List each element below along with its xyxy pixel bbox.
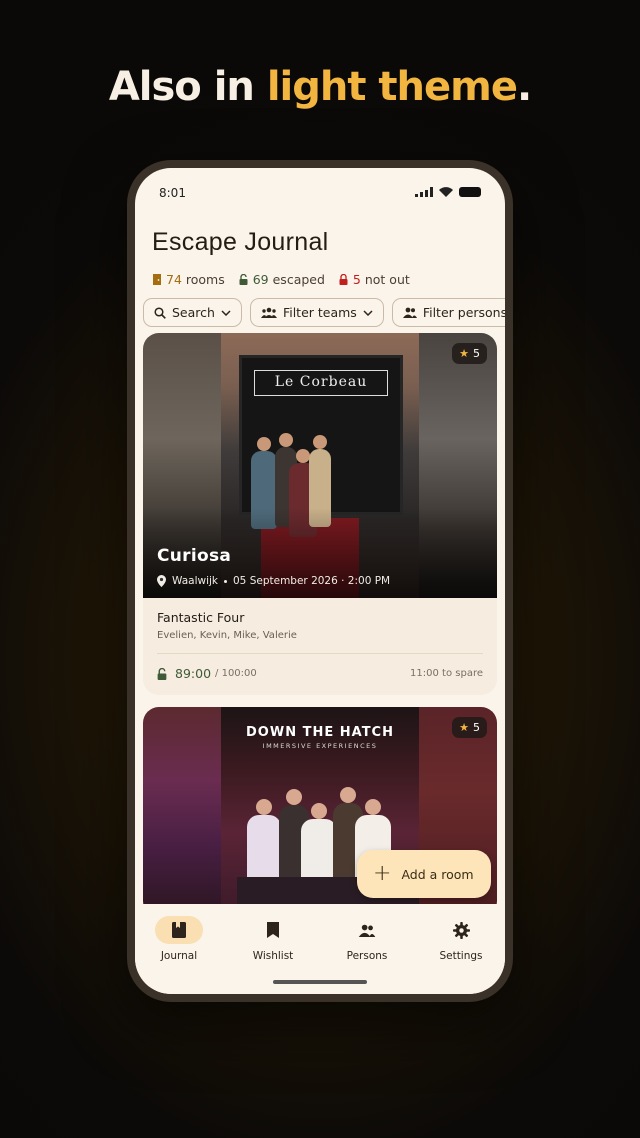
storefront-sign: Le Corbeau bbox=[254, 370, 388, 396]
nav-settings[interactable]: Settings bbox=[421, 916, 501, 962]
filter-persons-label: Filter persons bbox=[422, 305, 505, 320]
unlocked-icon bbox=[239, 274, 248, 285]
bottom-navigation: Journal Wishlist Persons Settings bbox=[135, 904, 505, 994]
not-out-label: not out bbox=[360, 272, 410, 287]
room-meta: Waalwijk 05 September 2026 · 2:00 PM bbox=[157, 575, 390, 587]
app-screen: 8:01 Escape Journal 74 rooms 69 escaped … bbox=[135, 168, 505, 994]
star-icon: ★ bbox=[459, 721, 469, 734]
locked-icon bbox=[339, 274, 348, 285]
escaped-label: escaped bbox=[268, 272, 325, 287]
photo-subtitle: IMMERSIVE EXPERIENCES bbox=[262, 742, 378, 750]
book-icon bbox=[172, 922, 186, 938]
phone-frame: 8:01 Escape Journal 74 rooms 69 escaped … bbox=[127, 160, 513, 1002]
bookmark-icon bbox=[267, 922, 279, 938]
status-time: 8:01 bbox=[159, 186, 186, 200]
groups-icon bbox=[260, 307, 277, 318]
time-used: 89:00 bbox=[175, 666, 212, 681]
page-title: Escape Journal bbox=[152, 228, 329, 256]
divider bbox=[157, 653, 483, 654]
search-icon bbox=[154, 306, 166, 319]
team-members: Evelien, Kevin, Mike, Valerie bbox=[157, 630, 297, 641]
headline-period: . bbox=[516, 64, 532, 110]
escaped-count: 69 bbox=[252, 272, 269, 287]
location-pin-icon bbox=[157, 575, 166, 587]
chevron-down-icon bbox=[363, 309, 373, 316]
rating-value: 5 bbox=[473, 347, 480, 360]
rooms-label: rooms bbox=[181, 272, 225, 287]
home-indicator bbox=[273, 980, 367, 984]
time-row: 89:00 / 100:00 11:00 to spare bbox=[157, 666, 483, 681]
promo-headline: Also in light theme. bbox=[0, 64, 640, 110]
add-room-label: Add a room bbox=[401, 866, 474, 882]
stats-row: 74 rooms 69 escaped 5 not out bbox=[153, 272, 410, 287]
rating-badge: ★ 5 bbox=[452, 717, 487, 738]
room-datetime: 05 September 2026 · 2:00 PM bbox=[233, 575, 391, 587]
star-icon: ★ bbox=[459, 347, 469, 360]
card-body: Fantastic Four Evelien, Kevin, Mike, Val… bbox=[143, 598, 497, 681]
signal-icon bbox=[415, 187, 433, 197]
room-photo: Le Corbeau ★ 5 Curiosa Waalwijk 05 Septem bbox=[143, 333, 497, 598]
stat-not-out: 5 not out bbox=[339, 272, 410, 287]
nav-persons-label: Persons bbox=[346, 950, 388, 962]
team-name: Fantastic Four bbox=[157, 610, 245, 625]
rating-badge: ★ 5 bbox=[452, 343, 487, 364]
nav-persons[interactable]: Persons bbox=[327, 916, 407, 962]
room-location: Waalwijk bbox=[172, 575, 218, 587]
headline-accent: light theme bbox=[266, 64, 518, 110]
time-total: / 100:00 bbox=[215, 668, 257, 679]
plus-icon: + bbox=[373, 861, 392, 886]
status-bar: 8:01 bbox=[159, 184, 481, 204]
room-name: Curiosa bbox=[157, 546, 232, 566]
photo-title: DOWN THE HATCH bbox=[246, 725, 394, 740]
gear-icon bbox=[452, 921, 470, 939]
search-chip-label: Search bbox=[172, 305, 215, 320]
rooms-count: 74 bbox=[166, 272, 182, 287]
people-icon bbox=[402, 307, 417, 318]
time-spare: 11:00 to spare bbox=[410, 668, 483, 679]
nav-wishlist-label: Wishlist bbox=[252, 950, 294, 962]
nav-wishlist[interactable]: Wishlist bbox=[233, 916, 313, 962]
headline-text: Also in bbox=[108, 64, 267, 110]
rating-value: 5 bbox=[473, 721, 480, 734]
stat-escaped: 69 escaped bbox=[239, 272, 325, 287]
battery-icon bbox=[459, 187, 481, 197]
unlocked-icon bbox=[157, 667, 167, 680]
nav-settings-label: Settings bbox=[439, 950, 483, 962]
chevron-down-icon bbox=[221, 309, 231, 316]
not-out-count: 5 bbox=[352, 272, 361, 287]
nav-journal-label: Journal bbox=[160, 950, 198, 962]
room-card[interactable]: Le Corbeau ★ 5 Curiosa Waalwijk 05 Septem bbox=[143, 333, 497, 695]
add-room-button[interactable]: + Add a room bbox=[357, 850, 491, 898]
filter-teams-chip[interactable]: Filter teams bbox=[249, 298, 384, 327]
people-icon bbox=[358, 924, 376, 937]
wifi-icon bbox=[439, 187, 453, 197]
filter-persons-chip[interactable]: Filter persons bbox=[391, 298, 505, 327]
door-icon bbox=[153, 274, 161, 285]
stat-rooms: 74 rooms bbox=[153, 272, 225, 287]
filter-chips: Search Filter teams Filter persons bbox=[143, 298, 505, 327]
search-chip[interactable]: Search bbox=[143, 298, 242, 327]
filter-teams-label: Filter teams bbox=[282, 305, 357, 320]
nav-journal[interactable]: Journal bbox=[139, 916, 219, 962]
